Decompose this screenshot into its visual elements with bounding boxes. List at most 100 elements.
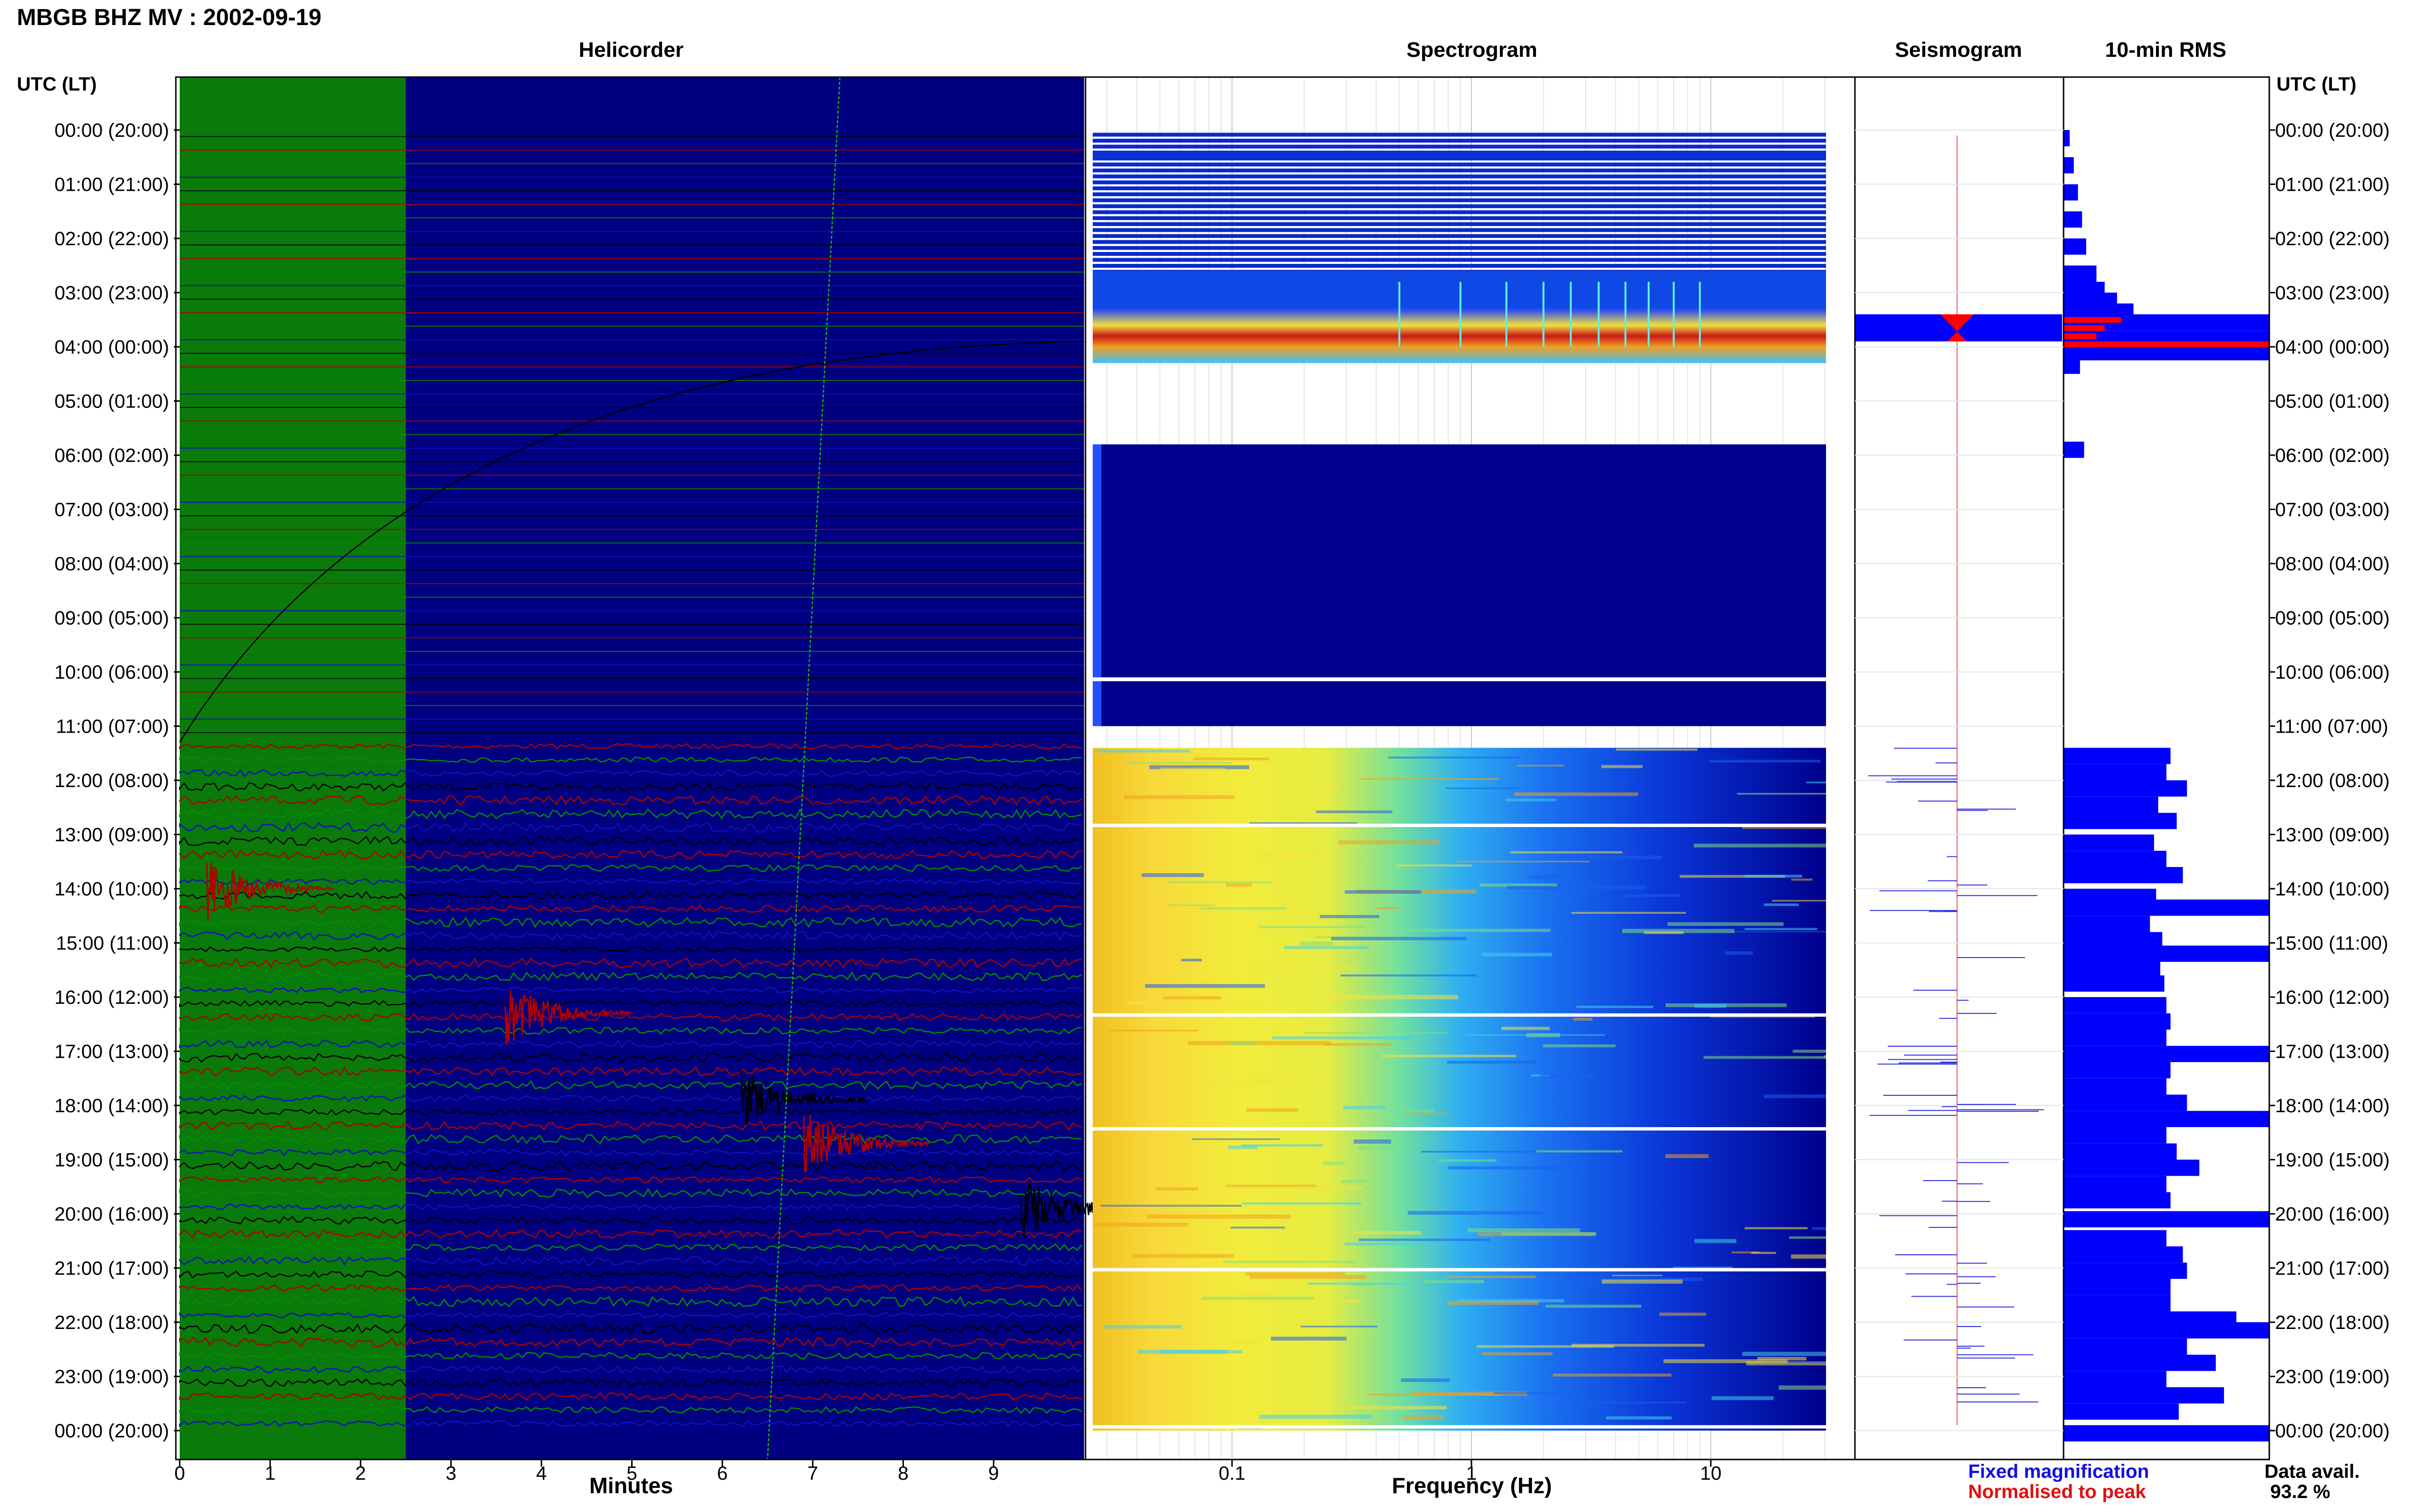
spectrogram-row xyxy=(1093,210,1826,214)
rms-bar-normalised xyxy=(2064,317,2121,323)
rms-bar-fixed xyxy=(2064,1338,2187,1355)
y-tick-label: 10:00 (06:00) xyxy=(2275,662,2390,683)
rms-bar-fixed xyxy=(2064,851,2167,867)
spectrogram-row xyxy=(1093,162,1826,167)
spectrogram-streak xyxy=(1737,793,1826,795)
spectrogram-streak xyxy=(1665,1154,1709,1158)
spectrogram-row xyxy=(1093,234,1826,238)
spectrogram-row xyxy=(1093,263,1826,268)
spectrogram-streak xyxy=(1320,915,1379,919)
spectrogram-streak xyxy=(1663,1359,1788,1363)
y-tick-label: 22:00 (18:00) xyxy=(54,1312,169,1333)
spectrogram-streak xyxy=(1501,1026,1550,1030)
spectrogram-row xyxy=(1093,145,1826,149)
rms-bar-fixed xyxy=(2064,1176,2167,1192)
spectrogram-streak xyxy=(1166,904,1215,906)
spectrogram-edge xyxy=(1093,444,1101,726)
rms-bar-fixed xyxy=(2064,997,2167,1013)
spectrogram-streak xyxy=(1249,966,1357,969)
spectrogram-streak xyxy=(1381,1054,1516,1057)
rms-bar-fixed xyxy=(2064,1279,2171,1295)
spectrogram-streak xyxy=(1812,1227,1826,1230)
spectrogram-streak xyxy=(1571,912,1686,914)
rms-bar-fixed xyxy=(2064,1062,2171,1078)
spectrogram-streak xyxy=(1725,951,1753,955)
y-tick-label: 08:00 (04:00) xyxy=(2275,553,2390,575)
spectrogram-streak xyxy=(1388,756,1521,759)
spectrogram-streak xyxy=(1764,1094,1826,1098)
rms-bar-fixed xyxy=(2064,1295,2171,1312)
rms-bar-fixed xyxy=(2064,867,2183,883)
spectrogram-streak xyxy=(1407,1211,1544,1215)
spectrogram-streak xyxy=(1125,762,1232,764)
figure: MBGB BHZ MV : 2002-09-19 Helicorder Spec… xyxy=(17,5,2390,1502)
spectrogram-streak xyxy=(1159,1350,1243,1354)
spectrogram-streak xyxy=(1338,840,1440,844)
y-tick-label: 11:00 (07:00) xyxy=(2275,716,2388,737)
spectrogram-streak xyxy=(1308,1282,1409,1285)
y-tick-label: 20:00 (16:00) xyxy=(54,1204,169,1225)
spectrogram-streak xyxy=(1659,1312,1707,1316)
spectrogram-streak xyxy=(1274,1170,1350,1173)
spectrogram-row xyxy=(1093,186,1826,190)
rms-bar-fixed xyxy=(2064,764,2167,780)
spectrogram-streak xyxy=(1751,1251,1776,1254)
rms-bar-fixed xyxy=(2064,265,2097,282)
spectrogram-streak xyxy=(1536,1150,1623,1153)
spectrogram-streak xyxy=(1772,900,1826,902)
spectrogram-streak xyxy=(1396,864,1472,867)
y-tick-label: 03:00 (23:00) xyxy=(2275,283,2390,304)
spectrogram-streak xyxy=(1361,778,1499,780)
spectrogram-streak xyxy=(1540,1074,1594,1078)
rms-bar-fixed xyxy=(2064,1013,2171,1030)
y-tick-label: 23:00 (19:00) xyxy=(2275,1367,2390,1388)
spectrogram-streak xyxy=(1445,787,1520,789)
y-tick-label: 12:00 (08:00) xyxy=(2275,770,2390,791)
spectrogram-streak xyxy=(1711,1396,1774,1400)
spectrogram-streak xyxy=(1616,748,1698,751)
spectrogram-streak xyxy=(1147,1214,1291,1219)
y-tick-label: 01:00 (21:00) xyxy=(54,174,169,196)
spectrogram-streak xyxy=(1097,749,1190,753)
spectrogram-streak xyxy=(1094,1223,1188,1227)
spectrogram-streak xyxy=(1438,1159,1497,1162)
spectrogram-streak xyxy=(1293,783,1340,786)
spectrogram-streak xyxy=(1353,1231,1421,1235)
spectrogram-gap xyxy=(1093,1425,1826,1429)
spectrogram-streak xyxy=(1644,931,1684,934)
rms-bar-fixed xyxy=(2064,780,2187,797)
spectrogram-streak xyxy=(1323,1161,1345,1165)
figure-title: MBGB BHZ MV : 2002-09-19 xyxy=(17,5,321,30)
spectrogram-streak xyxy=(1481,953,1552,957)
time-axis-label-right: UTC (LT) xyxy=(2277,74,2356,95)
spectrogram-streak xyxy=(1124,795,1235,799)
spectrogram-streak xyxy=(1447,1061,1536,1064)
y-tick-label: 02:00 (22:00) xyxy=(2275,228,2390,250)
spectrogram-streak xyxy=(1192,757,1269,761)
spectrogram-streak xyxy=(1132,1254,1234,1258)
rms-bar-normalised xyxy=(2064,325,2105,331)
spectrogram-streak xyxy=(1447,1166,1584,1170)
rms-bar-fixed xyxy=(2064,834,2154,851)
spectrogram-streak xyxy=(1108,1029,1198,1032)
spectrogram-streak xyxy=(1501,1232,1597,1236)
spectrogram-streak xyxy=(1401,1378,1450,1382)
y-tick-label: 09:00 (05:00) xyxy=(54,608,169,629)
y-tick-label: 18:00 (14:00) xyxy=(54,1095,169,1117)
spectrogram-streak xyxy=(1546,1304,1641,1308)
spectrogram-streak xyxy=(1305,1032,1448,1034)
rms-bar-fixed xyxy=(2064,157,2074,173)
rms-bar-fixed xyxy=(2064,238,2086,255)
y-tick-label: 21:00 (17:00) xyxy=(2275,1258,2390,1279)
spectrogram-streak xyxy=(1423,1280,1484,1283)
y-tick-label: 09:00 (05:00) xyxy=(2275,608,2390,629)
rms-bar-fixed xyxy=(2064,357,2080,374)
legend-normalised-to-peak: Normalised to peak xyxy=(1968,1481,2146,1502)
spectrogram-streak xyxy=(1745,1227,1808,1230)
x-tick-label: 9 xyxy=(988,1463,999,1484)
x-tick-label: 3 xyxy=(446,1463,456,1484)
spectrogram-row xyxy=(1093,192,1826,197)
y-tick-label: 17:00 (13:00) xyxy=(2275,1041,2390,1063)
spectrogram-streak xyxy=(1160,768,1225,770)
spectrogram-x-label: Frequency (Hz) xyxy=(1392,1473,1552,1498)
